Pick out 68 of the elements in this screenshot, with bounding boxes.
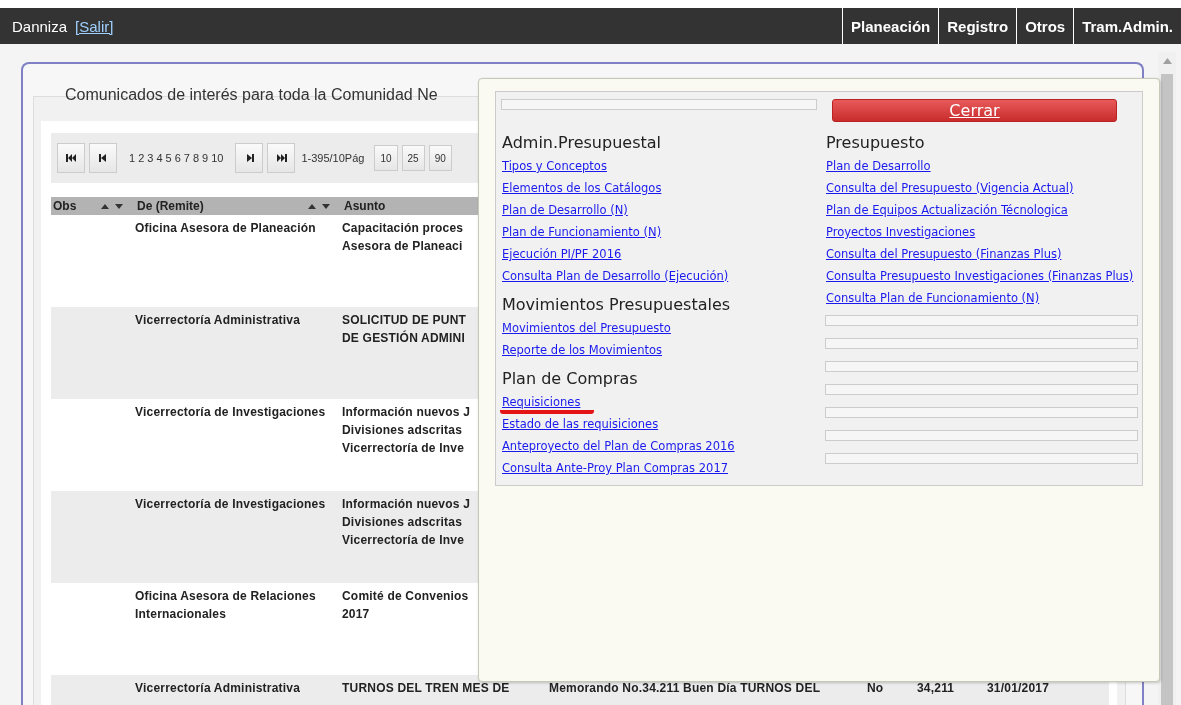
page-number[interactable]: 6: [174, 152, 181, 164]
page-number[interactable]: 10: [211, 152, 224, 164]
menu-link[interactable]: Consulta Ante-Proy Plan Compras 2017: [502, 460, 728, 476]
user-name: Danniza: [11, 16, 68, 37]
menu-link[interactable]: Ejecución PI/PF 2016: [502, 246, 622, 262]
logout-link[interactable]: [Salir]: [75, 17, 114, 35]
table-cell-text: Vicerrectoría de Investigaciones: [135, 404, 327, 421]
menu-link[interactable]: Consulta Plan de Desarrollo (Ejecución): [502, 268, 729, 284]
column-header[interactable]: Asunto: [344, 199, 386, 213]
page-range: 1-395/10Pág: [301, 152, 365, 164]
section-heading: Movimientos Presupuestales: [502, 295, 732, 314]
menu-link[interactable]: Plan de Equipos Actualización Técnologica: [826, 202, 1068, 218]
last-page-button[interactable]: [267, 143, 296, 173]
table-cell-text: Información nuevos J Divisiones adscritas Vicerrectoría de Inve: [342, 496, 471, 549]
table-cell-text: 34,211: [917, 680, 956, 697]
table-cell-text: 31/01/2017: [987, 680, 1051, 697]
panel-title: Comunicados de interés para toda la Comunidad Ne: [65, 86, 438, 104]
previous-page-button[interactable]: [89, 143, 117, 173]
menu-link[interactable]: Tipos y Conceptos: [502, 158, 607, 174]
page-number[interactable]: 8: [192, 152, 199, 164]
table-cell-text: Oficina Asesora de Planeación: [135, 220, 317, 237]
menu-link[interactable]: Estado de las requisiciones: [502, 416, 659, 432]
menu-link[interactable]: Consulta Plan de Funcionamiento (N): [826, 290, 1040, 306]
menu-link[interactable]: Requisiciones: [500, 394, 595, 414]
page-number[interactable]: 9: [202, 152, 209, 164]
menu-link[interactable]: Consulta Presupuesto Investigaciones (Finanzas Plus): [826, 268, 1134, 284]
page-number[interactable]: 5: [165, 152, 172, 164]
table-cell-text: Oficina Asesora de Relaciones Internacionales: [135, 588, 317, 623]
menu-link[interactable]: Proyectos Investigaciones: [826, 224, 976, 240]
next-page-button[interactable]: [235, 143, 264, 173]
menu-link[interactable]: Plan de Desarrollo (N): [502, 202, 628, 218]
menu-link[interactable]: Reporte de los Movimientos: [502, 342, 663, 358]
table-cell-text: Vicerrectoría Administrativa: [135, 680, 301, 697]
table-cell-text: Memorando No.34.211 Buen Día TURNOS DEL: [549, 680, 822, 697]
skip-back-icon: [65, 153, 77, 163]
column-header[interactable]: Obs: [53, 199, 77, 213]
section-heading: Presupuesto: [826, 133, 926, 152]
menu-link[interactable]: Elementos de los Catálogos: [502, 180, 662, 196]
section-heading: Plan de Compras: [502, 369, 639, 388]
page-number[interactable]: 3: [147, 152, 154, 164]
menu-link[interactable]: Consulta del Presupuesto (Finanzas Plus): [826, 246, 1062, 262]
page-number[interactable]: 7: [183, 152, 190, 164]
table-cell-text: Capacitación proces Asesora de Planeaci: [342, 220, 464, 255]
table-cell-text: TURNOS DEL TREN MES DE: [342, 680, 510, 697]
table-cell-text: Información nuevos J Divisiones adscritas Vicerrectoría de Inve: [342, 404, 471, 457]
menu-link[interactable]: Anteproyecto del Plan de Compras 2016: [502, 438, 735, 454]
page-number[interactable]: 4: [156, 152, 163, 164]
table-cell-text: No: [867, 680, 885, 697]
column-header[interactable]: De (Remite): [137, 199, 204, 213]
page-number[interactable]: 2: [138, 152, 145, 164]
table-cell-text: Comité de Convenios 2017: [342, 588, 469, 623]
menu-link[interactable]: Plan de Desarrollo: [826, 158, 931, 174]
table-cell-text: SOLICITUD DE PUNT DE GESTIÓN ADMINI: [342, 312, 467, 347]
page-size-button[interactable]: 25: [401, 145, 425, 171]
step-back-icon: [97, 153, 109, 163]
skip-forward-icon: [275, 153, 287, 163]
close-button[interactable]: Cerrar: [832, 99, 1117, 122]
menu-link[interactable]: Consulta del Presupuesto (Vigencia Actual): [826, 180, 1074, 196]
page-size-button[interactable]: 10: [374, 145, 398, 171]
menu-link[interactable]: Movimientos del Presupuesto: [502, 320, 671, 336]
menu-link[interactable]: Plan de Funcionamiento (N): [502, 224, 662, 240]
page-number[interactable]: 1: [129, 152, 136, 164]
page-size-button[interactable]: 90: [428, 145, 452, 171]
scrollbar-thumb[interactable]: [1161, 74, 1173, 705]
first-page-button[interactable]: [57, 143, 85, 173]
table-cell-text: Vicerrectoría de Investigaciones: [135, 496, 327, 513]
table-cell-text: Vicerrectoría Administrativa: [135, 312, 301, 329]
section-heading: Admin.Presupuestal: [502, 133, 662, 152]
